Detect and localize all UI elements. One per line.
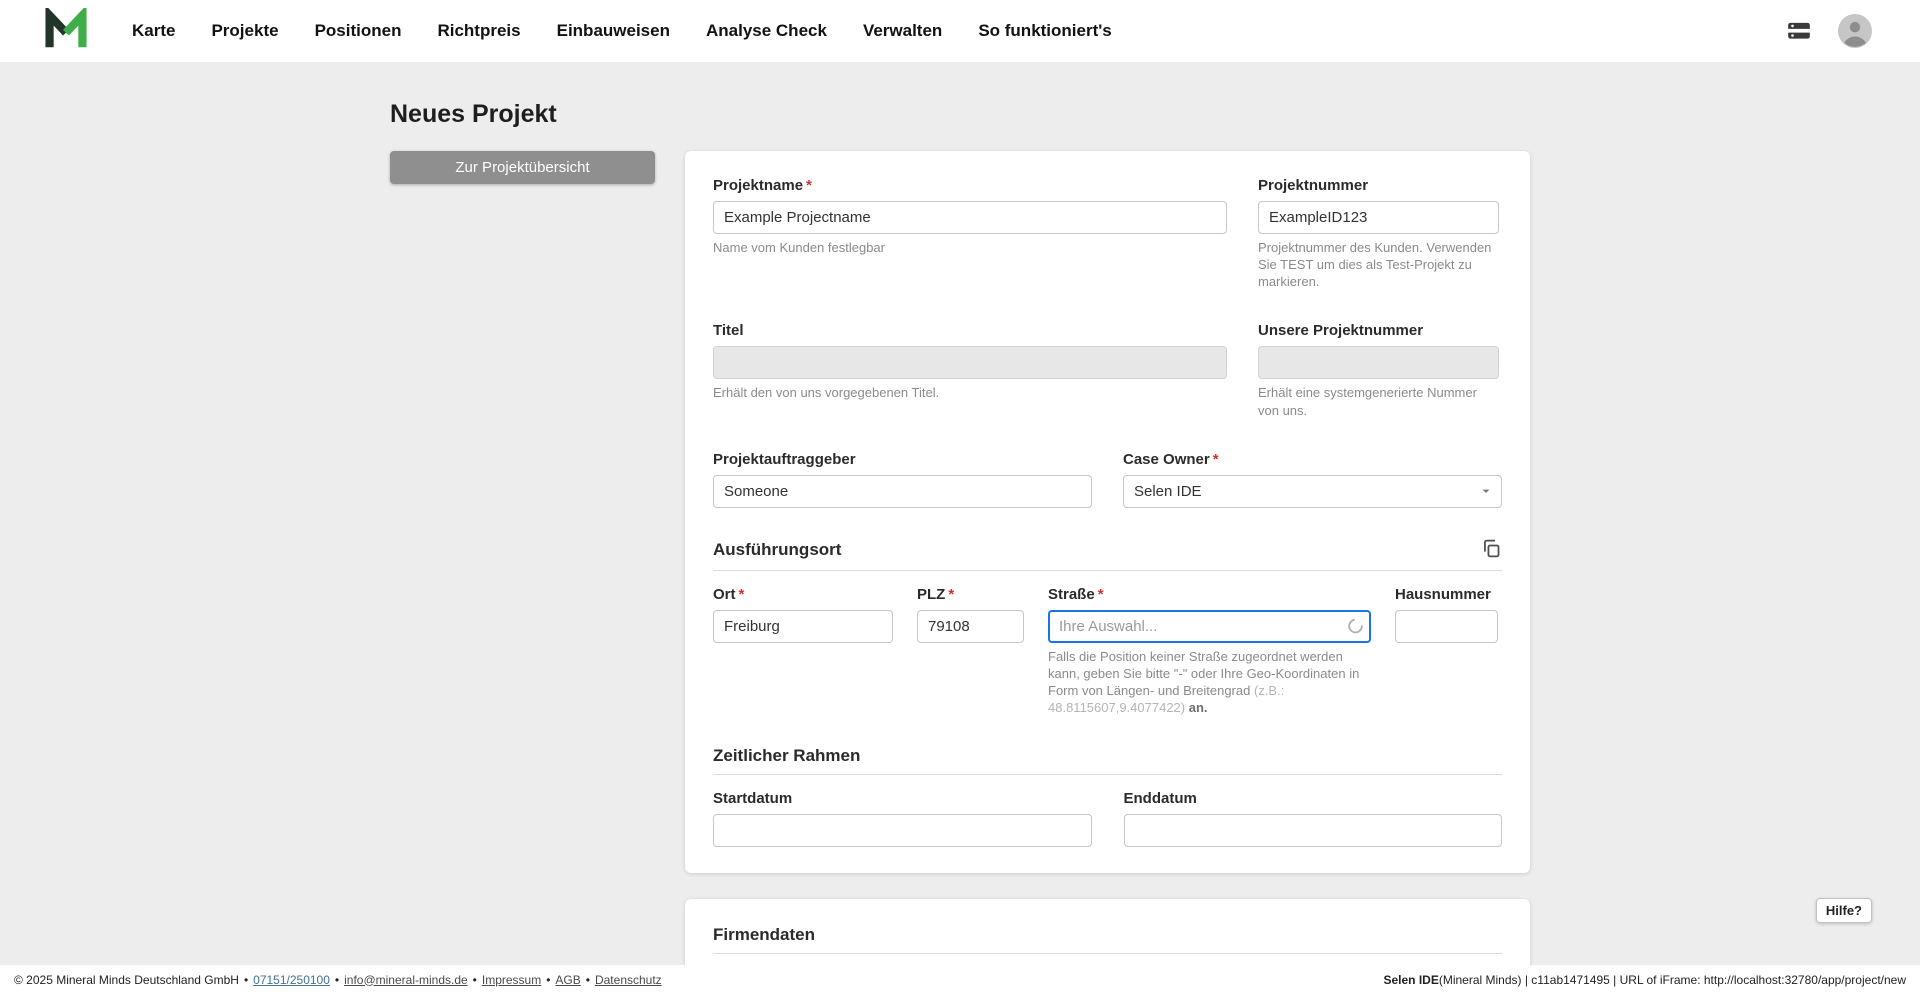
field-plz: PLZ* [917, 586, 1024, 717]
footer-phone-link[interactable]: 07151/250100 [253, 973, 330, 987]
required-marker: * [948, 586, 954, 603]
nav-item-einbauweisen[interactable]: Einbauweisen [557, 21, 670, 41]
footer-session-details: (Mineral Minds) | c11ab1471495 | URL of … [1439, 973, 1906, 987]
user-avatar-icon[interactable] [1838, 14, 1872, 48]
hausnummer-label: Hausnummer [1395, 586, 1498, 603]
section-divider [713, 570, 1502, 571]
main-content: Neues Projekt Zur Projektübersicht Proje… [390, 62, 1530, 994]
nav-item-verwalten[interactable]: Verwalten [863, 21, 942, 41]
case-owner-value[interactable] [1123, 475, 1502, 508]
projektauftraggeber-input[interactable] [713, 475, 1092, 508]
required-marker: * [1098, 586, 1104, 603]
right-column: Projektname* Name vom Kunden festlegbar … [685, 151, 1530, 994]
hausnummer-input[interactable] [1395, 610, 1498, 643]
required-marker: * [1213, 451, 1219, 468]
header-actions [1784, 14, 1872, 48]
project-form-card: Projektname* Name vom Kunden festlegbar … [685, 151, 1530, 873]
project-overview-button[interactable]: Zur Projektübersicht [390, 151, 655, 184]
plz-input[interactable] [917, 610, 1024, 643]
projektname-input[interactable] [713, 201, 1227, 234]
ort-label: Ort* [713, 586, 893, 603]
field-case-owner: Case Owner* [1123, 451, 1502, 508]
startdatum-label: Startdatum [713, 790, 1092, 807]
plz-label: PLZ* [917, 586, 1024, 603]
startdatum-input[interactable] [713, 814, 1092, 847]
help-button[interactable]: Hilfe? [1816, 898, 1872, 923]
field-startdatum: Startdatum [713, 790, 1092, 847]
projektnummer-label: Projektnummer [1258, 177, 1499, 194]
footer-left: © 2025 Mineral Minds Deutschland GmbH • … [14, 973, 662, 987]
strasse-input[interactable] [1048, 610, 1371, 643]
strasse-label: Straße* [1048, 586, 1371, 603]
nav-item-positionen[interactable]: Positionen [315, 21, 402, 41]
nav-item-analyse-check[interactable]: Analyse Check [706, 21, 827, 41]
projektnummer-input[interactable] [1258, 201, 1499, 234]
firmendaten-heading: Firmendaten [713, 925, 815, 945]
zeitlicher-rahmen-heading: Zeitlicher Rahmen [713, 746, 860, 766]
nav-item-so-funktionierts[interactable]: So funktioniert's [978, 21, 1111, 41]
zeitlicher-rahmen-section-head: Zeitlicher Rahmen [713, 746, 1502, 766]
footer-agb-link[interactable]: AGB [555, 973, 580, 987]
titel-helper: Erhält den von uns vorgegebenen Titel. [713, 384, 1227, 401]
copyright-text: © 2025 Mineral Minds Deutschland GmbH [14, 973, 239, 987]
nav-item-richtpreis[interactable]: Richtpreis [437, 21, 520, 41]
field-enddatum: Enddatum [1124, 790, 1503, 847]
loading-spinner-icon [1347, 618, 1364, 635]
projektnummer-helper: Projektnummer des Kunden. Verwenden Sie … [1258, 239, 1499, 290]
footer: © 2025 Mineral Minds Deutschland GmbH • … [0, 965, 1920, 994]
ausfuehrungsort-section-head: Ausführungsort [713, 538, 1502, 562]
brand-logo[interactable] [44, 8, 88, 55]
section-divider [713, 953, 1502, 954]
firmendaten-section-head: Firmendaten [713, 925, 1502, 945]
footer-impressum-link[interactable]: Impressum [482, 973, 541, 987]
field-strasse: Straße* Falls die Position keiner St [1048, 586, 1371, 717]
logo-icon [44, 8, 88, 55]
nav-item-projekte[interactable]: Projekte [211, 21, 278, 41]
main-menu: Karte Projekte Positionen Richtpreis Ein… [132, 21, 1112, 41]
ort-input[interactable] [713, 610, 893, 643]
field-projektauftraggeber: Projektauftraggeber [713, 451, 1092, 508]
case-owner-label: Case Owner* [1123, 451, 1502, 468]
nav-item-karte[interactable]: Karte [132, 21, 175, 41]
section-divider [713, 774, 1502, 775]
left-column: Zur Projektübersicht [390, 151, 655, 184]
enddatum-label: Enddatum [1124, 790, 1503, 807]
field-projektname: Projektname* Name vom Kunden festlegbar [713, 177, 1227, 290]
footer-session-info: Selen IDE (Mineral Minds) | c11ab1471495… [1383, 973, 1906, 987]
titel-label: Titel [713, 322, 1227, 339]
content-copy-icon [1481, 538, 1502, 562]
enddatum-input[interactable] [1124, 814, 1503, 847]
titel-input [713, 346, 1227, 379]
footer-user: Selen IDE [1383, 973, 1438, 987]
field-hausnummer: Hausnummer [1395, 586, 1498, 717]
unsere-projektnummer-helper: Erhält eine systemgenerierte Nummer von … [1258, 384, 1499, 418]
required-marker: * [806, 177, 812, 194]
field-unsere-projektnummer: Unsere Projektnummer Erhält eine systemg… [1258, 322, 1499, 418]
projektauftraggeber-label: Projektauftraggeber [713, 451, 1092, 468]
field-ort: Ort* [713, 586, 893, 717]
footer-datenschutz-link[interactable]: Datenschutz [595, 973, 662, 987]
page-title: Neues Projekt [390, 100, 1530, 129]
strasse-helper: Falls die Position keiner Straße zugeord… [1048, 648, 1371, 717]
unsere-projektnummer-input [1258, 346, 1499, 379]
field-projektnummer: Projektnummer Projektnummer des Kunden. … [1258, 177, 1499, 290]
projektname-helper: Name vom Kunden festlegbar [713, 239, 1227, 256]
projektname-label: Projektname* [713, 177, 1227, 194]
required-marker: * [739, 586, 745, 603]
case-owner-select[interactable] [1123, 475, 1502, 508]
unsere-projektnummer-label: Unsere Projektnummer [1258, 322, 1499, 339]
footer-email-link[interactable]: info@mineral-minds.de [344, 973, 468, 987]
copy-address-button[interactable] [1481, 538, 1502, 562]
ausfuehrungsort-heading: Ausführungsort [713, 540, 841, 560]
server-icon[interactable] [1784, 18, 1814, 44]
top-nav: Karte Projekte Positionen Richtpreis Ein… [0, 0, 1920, 62]
field-titel: Titel Erhält den von uns vorgegebenen Ti… [713, 322, 1227, 418]
